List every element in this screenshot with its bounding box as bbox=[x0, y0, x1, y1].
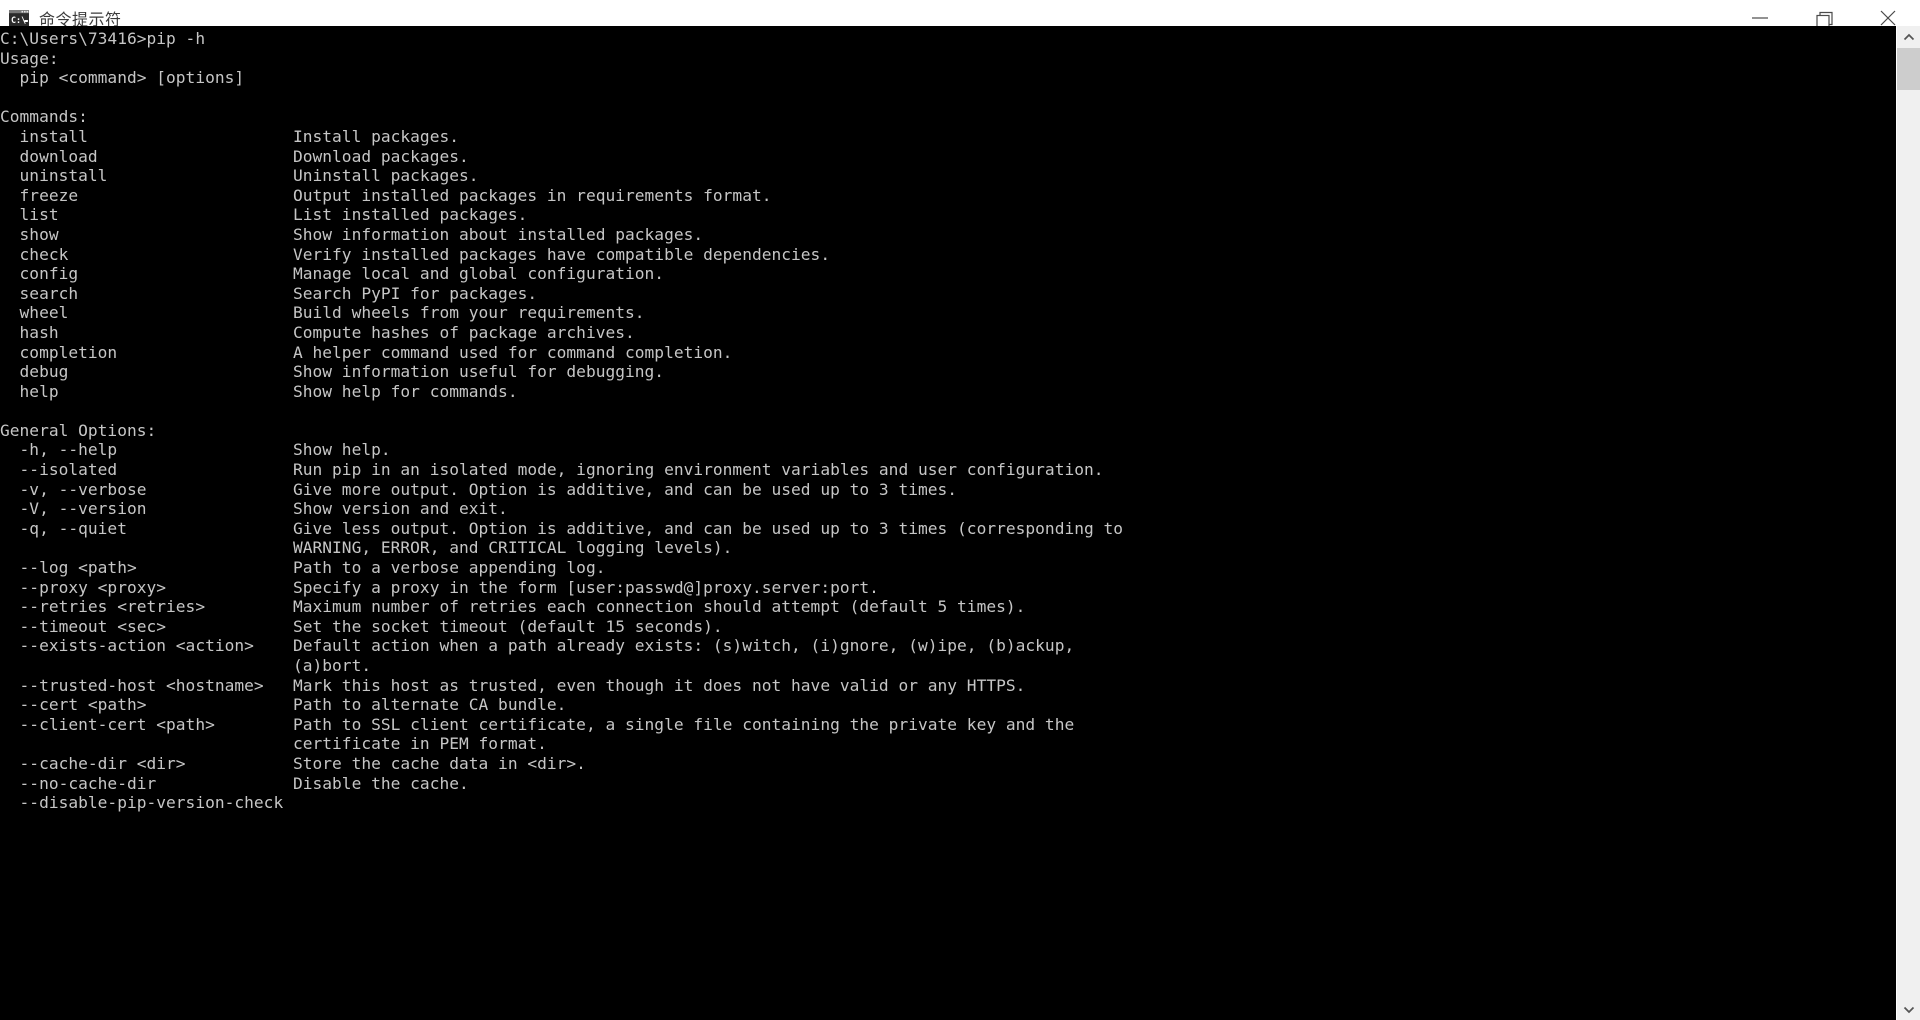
scroll-up-button[interactable] bbox=[1897, 26, 1920, 48]
svg-text:C:\: C:\ bbox=[11, 15, 26, 25]
chevron-down-icon bbox=[1903, 1006, 1914, 1013]
terminal-console[interactable]: C:\Users\73416>pip -h Usage: pip <comman… bbox=[0, 26, 1896, 1020]
scrollbar-track[interactable] bbox=[1897, 90, 1920, 1020]
terminal-output: Usage: pip <command> [options] Commands:… bbox=[0, 48, 1124, 813]
chevron-up-icon bbox=[1903, 33, 1914, 40]
scroll-down-button[interactable] bbox=[1897, 998, 1920, 1020]
vertical-scrollbar[interactable] bbox=[1896, 26, 1920, 1020]
scrollbar-thumb[interactable] bbox=[1897, 48, 1920, 90]
